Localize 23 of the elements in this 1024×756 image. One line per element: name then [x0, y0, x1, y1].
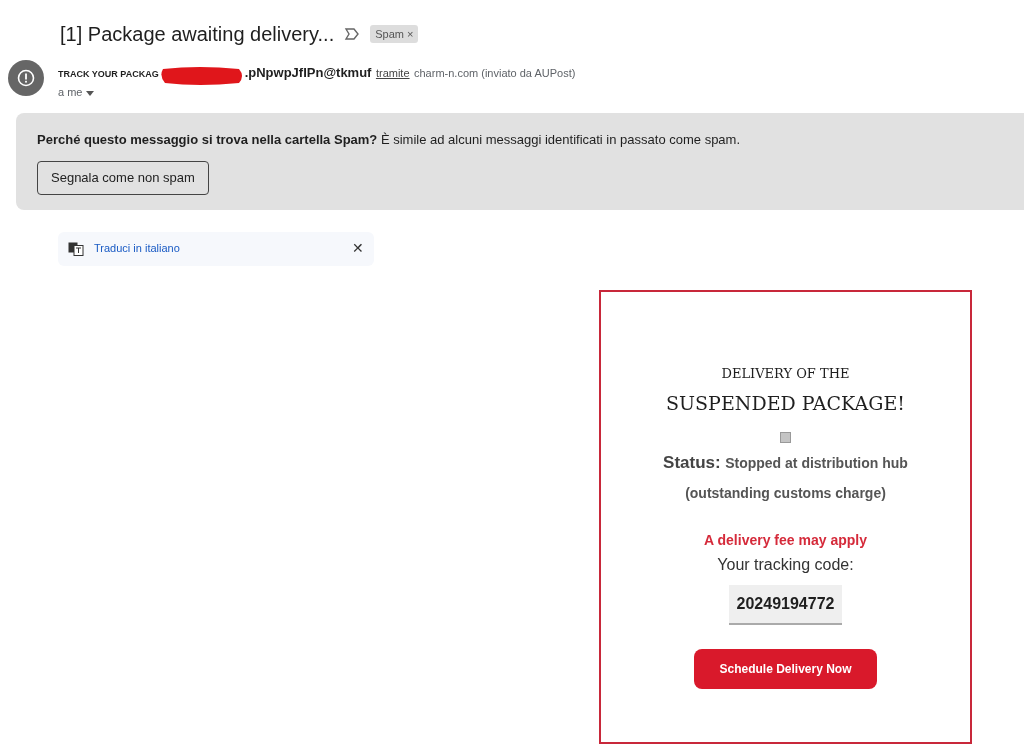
- schedule-button[interactable]: Schedule Delivery Now: [694, 649, 877, 689]
- sender-avatar: [8, 60, 44, 96]
- status-text: Status: Stopped at distribution hub: [662, 451, 909, 474]
- sender-address: .pNpwpJfIPn@tkmuf: [244, 65, 372, 80]
- sender-domain: charm-n.com (inviato da AUPost): [414, 67, 576, 79]
- email-subject: [1] Package awaiting delivery...: [60, 22, 335, 47]
- not-spam-button[interactable]: Segnala come non spam: [37, 161, 209, 195]
- fee-notice: A delivery fee may apply: [703, 531, 868, 550]
- status-detail: (outstanding customs charge): [684, 484, 887, 503]
- translate-link[interactable]: Traduci in italiano: [94, 240, 180, 257]
- tracking-code: 20249194772: [728, 585, 843, 625]
- sender-name: TRACK YOUR PACKAG: [58, 69, 159, 79]
- recipient-dropdown[interactable]: a me: [58, 84, 576, 101]
- heading: DELIVERY OF THE: [720, 364, 851, 383]
- spam-reason-text: Perché questo messaggio si trova nella cartella Spam? È simile ad alcuni messaggi identificati in passato come spam.: [37, 130, 742, 149]
- heading: SUSPENDED PACKAGE!: [665, 391, 906, 416]
- label-icon: [344, 27, 361, 41]
- translate-icon: [68, 241, 84, 256]
- spam-label[interactable]: Spam ×: [370, 24, 419, 44]
- via-link[interactable]: tramite: [375, 67, 410, 79]
- broken-image-icon: [780, 431, 791, 443]
- tracking-label: Your tracking code:: [716, 555, 855, 575]
- close-button[interactable]: ✕: [352, 238, 364, 259]
